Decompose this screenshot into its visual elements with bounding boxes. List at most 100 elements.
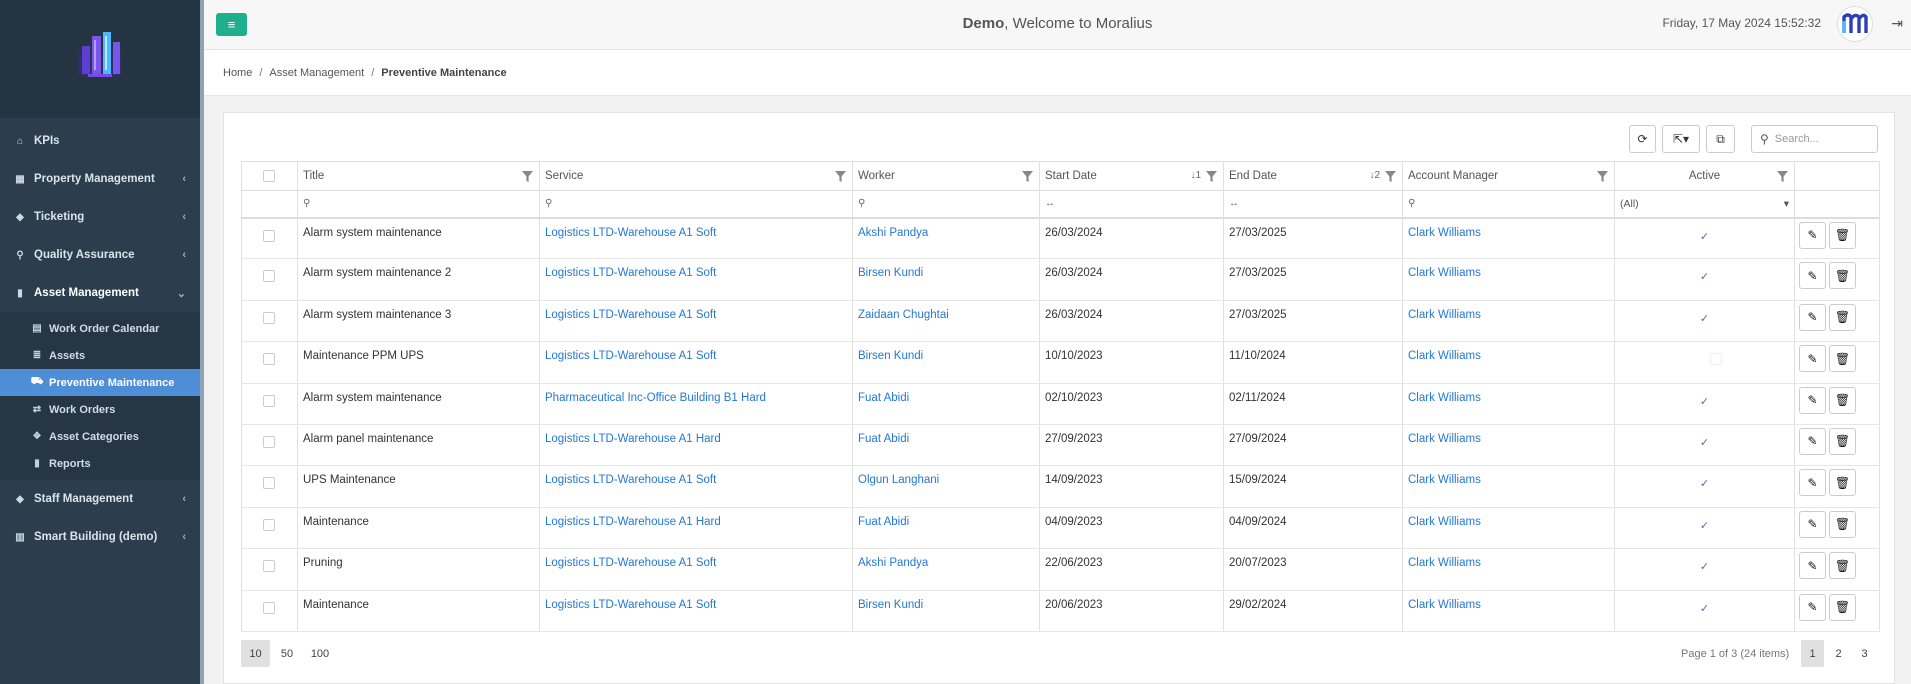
sidebar-item-preventive-maintenance[interactable]: ⛟ Preventive Maintenance: [0, 369, 200, 396]
filter-start-date-input[interactable]: ↔: [1039, 190, 1224, 219]
delete-button[interactable]: 🗑: [1829, 221, 1856, 249]
select-all-checkbox[interactable]: [263, 170, 275, 182]
sidebar-item-asset-management[interactable]: ▮ Asset Management ⌄: [0, 274, 200, 312]
edit-button[interactable]: ✎: [1799, 221, 1826, 249]
row-checkbox[interactable]: [263, 477, 275, 490]
row-checkbox[interactable]: [263, 229, 275, 242]
user-avatar[interactable]: [1837, 6, 1873, 42]
cell-worker-link[interactable]: Olgun Langhani: [852, 465, 1040, 508]
cell-worker-link[interactable]: Akshi Pandya: [852, 548, 1040, 591]
cell-account-manager-link[interactable]: Clark Williams: [1402, 258, 1615, 301]
sidebar-item-quality-assurance[interactable]: ⚲ Quality Assurance ‹: [0, 236, 200, 274]
edit-button[interactable]: ✎: [1799, 510, 1826, 538]
filter-active-select[interactable]: (All) ▾: [1614, 190, 1795, 219]
cell-service-link[interactable]: Logistics LTD-Warehouse A1 Soft: [539, 465, 853, 508]
logout-icon[interactable]: ⇥: [1891, 15, 1903, 32]
breadcrumb-home[interactable]: Home: [223, 67, 252, 79]
cell-service-link[interactable]: Logistics LTD-Warehouse A1 Hard: [539, 507, 853, 550]
edit-button[interactable]: ✎: [1799, 552, 1826, 580]
table-row[interactable]: Maintenance Logistics LTD-Warehouse A1 H…: [241, 507, 1880, 550]
row-checkbox[interactable]: [263, 560, 275, 573]
column-header-worker[interactable]: Worker: [852, 161, 1040, 191]
edit-button[interactable]: ✎: [1799, 593, 1826, 621]
cell-account-manager-link[interactable]: Clark Williams: [1402, 507, 1615, 550]
sidebar-item-reports[interactable]: ▮ Reports: [0, 450, 200, 477]
delete-button[interactable]: 🗑: [1829, 469, 1856, 497]
sidebar-item-work-orders[interactable]: ⇄ Work Orders: [0, 396, 200, 423]
cell-service-link[interactable]: Logistics LTD-Warehouse A1 Hard: [539, 424, 853, 467]
filter-icon[interactable]: [1385, 171, 1396, 182]
page-2-button[interactable]: 2: [1827, 640, 1850, 667]
cell-worker-link[interactable]: Birsen Kundi: [852, 341, 1040, 384]
cell-worker-link[interactable]: Zaidaan Chughtai: [852, 300, 1040, 343]
page-size-100[interactable]: 100: [304, 640, 336, 667]
table-row[interactable]: Alarm system maintenance Logistics LTD-W…: [241, 217, 1880, 260]
cell-service-link[interactable]: Logistics LTD-Warehouse A1 Soft: [539, 341, 853, 384]
cell-service-link[interactable]: Logistics LTD-Warehouse A1 Soft: [539, 300, 853, 343]
column-header-title[interactable]: Title: [297, 161, 540, 191]
cell-worker-link[interactable]: Fuat Abidi: [852, 507, 1040, 550]
cell-account-manager-link[interactable]: Clark Williams: [1402, 300, 1615, 343]
row-checkbox[interactable]: [263, 311, 275, 324]
table-row[interactable]: UPS Maintenance Logistics LTD-Warehouse …: [241, 465, 1880, 508]
edit-button[interactable]: ✎: [1799, 427, 1826, 455]
delete-button[interactable]: 🗑: [1829, 593, 1856, 621]
cell-worker-link[interactable]: Birsen Kundi: [852, 590, 1040, 632]
cell-account-manager-link[interactable]: Clark Williams: [1402, 548, 1615, 591]
breadcrumb-asset-management[interactable]: Asset Management: [269, 67, 364, 79]
cell-worker-link[interactable]: Birsen Kundi: [852, 258, 1040, 301]
row-checkbox[interactable]: [263, 435, 275, 448]
column-header-start-date[interactable]: Start Date ↓1: [1039, 161, 1224, 191]
cell-account-manager-link[interactable]: Clark Williams: [1402, 465, 1615, 508]
table-row[interactable]: Pruning Logistics LTD-Warehouse A1 Soft …: [241, 548, 1880, 591]
search-input[interactable]: ⚲ Search...: [1751, 125, 1878, 153]
cell-account-manager-link[interactable]: Clark Williams: [1402, 383, 1615, 425]
row-checkbox[interactable]: [263, 601, 275, 614]
delete-button[interactable]: 🗑: [1829, 303, 1856, 331]
sidebar-item-ticketing[interactable]: ◆ Ticketing ‹: [0, 198, 200, 236]
delete-button[interactable]: 🗑: [1829, 427, 1856, 455]
cell-service-link[interactable]: Logistics LTD-Warehouse A1 Soft: [539, 548, 853, 591]
filter-account-manager-input[interactable]: ⚲: [1402, 190, 1615, 219]
edit-button[interactable]: ✎: [1799, 469, 1826, 497]
filter-title-input[interactable]: ⚲: [297, 190, 540, 219]
column-chooser-button[interactable]: ⧉: [1706, 125, 1735, 153]
delete-button[interactable]: 🗑: [1829, 262, 1856, 290]
cell-account-manager-link[interactable]: Clark Williams: [1402, 217, 1615, 260]
sidebar-item-smart-building[interactable]: ▥ Smart Building (demo) ‹: [0, 518, 200, 556]
filter-icon[interactable]: [1597, 171, 1608, 182]
edit-button[interactable]: ✎: [1799, 386, 1826, 414]
cell-service-link[interactable]: Logistics LTD-Warehouse A1 Soft: [539, 258, 853, 301]
filter-end-date-input[interactable]: ↔: [1223, 190, 1403, 219]
column-header-active[interactable]: Active: [1614, 161, 1795, 191]
table-row[interactable]: Alarm panel maintenance Logistics LTD-Wa…: [241, 424, 1880, 467]
cell-worker-link[interactable]: Akshi Pandya: [852, 217, 1040, 260]
cell-account-manager-link[interactable]: Clark Williams: [1402, 424, 1615, 467]
cell-service-link[interactable]: Pharmaceutical Inc-Office Building B1 Ha…: [539, 383, 853, 425]
column-header-end-date[interactable]: End Date ↓2: [1223, 161, 1403, 191]
column-header-service[interactable]: Service: [539, 161, 853, 191]
cell-account-manager-link[interactable]: Clark Williams: [1402, 590, 1615, 632]
filter-icon[interactable]: [835, 171, 846, 182]
page-size-10[interactable]: 10: [241, 640, 270, 667]
table-row[interactable]: Alarm system maintenance 2 Logistics LTD…: [241, 258, 1880, 301]
delete-button[interactable]: 🗑: [1829, 386, 1856, 414]
cell-worker-link[interactable]: Fuat Abidi: [852, 383, 1040, 425]
cell-account-manager-link[interactable]: Clark Williams: [1402, 341, 1615, 384]
page-1-button[interactable]: 1: [1801, 640, 1824, 667]
filter-icon[interactable]: [1022, 171, 1033, 182]
filter-icon[interactable]: [1777, 171, 1788, 182]
filter-icon[interactable]: [1206, 171, 1217, 182]
delete-button[interactable]: 🗑: [1829, 345, 1856, 373]
cell-worker-link[interactable]: Fuat Abidi: [852, 424, 1040, 467]
column-header-account-manager[interactable]: Account Manager: [1402, 161, 1615, 191]
delete-button[interactable]: 🗑: [1829, 510, 1856, 538]
table-row[interactable]: Maintenance Logistics LTD-Warehouse A1 S…: [241, 590, 1880, 632]
sidebar-item-work-order-calendar[interactable]: ▤ Work Order Calendar: [0, 315, 200, 342]
table-row[interactable]: Alarm system maintenance Pharmaceutical …: [241, 383, 1880, 425]
sidebar-item-asset-categories[interactable]: ❖ Asset Categories: [0, 423, 200, 450]
sidebar-item-property-management[interactable]: ▦ Property Management ‹: [0, 160, 200, 198]
edit-button[interactable]: ✎: [1799, 345, 1826, 373]
filter-icon[interactable]: [522, 171, 533, 182]
edit-button[interactable]: ✎: [1799, 303, 1826, 331]
